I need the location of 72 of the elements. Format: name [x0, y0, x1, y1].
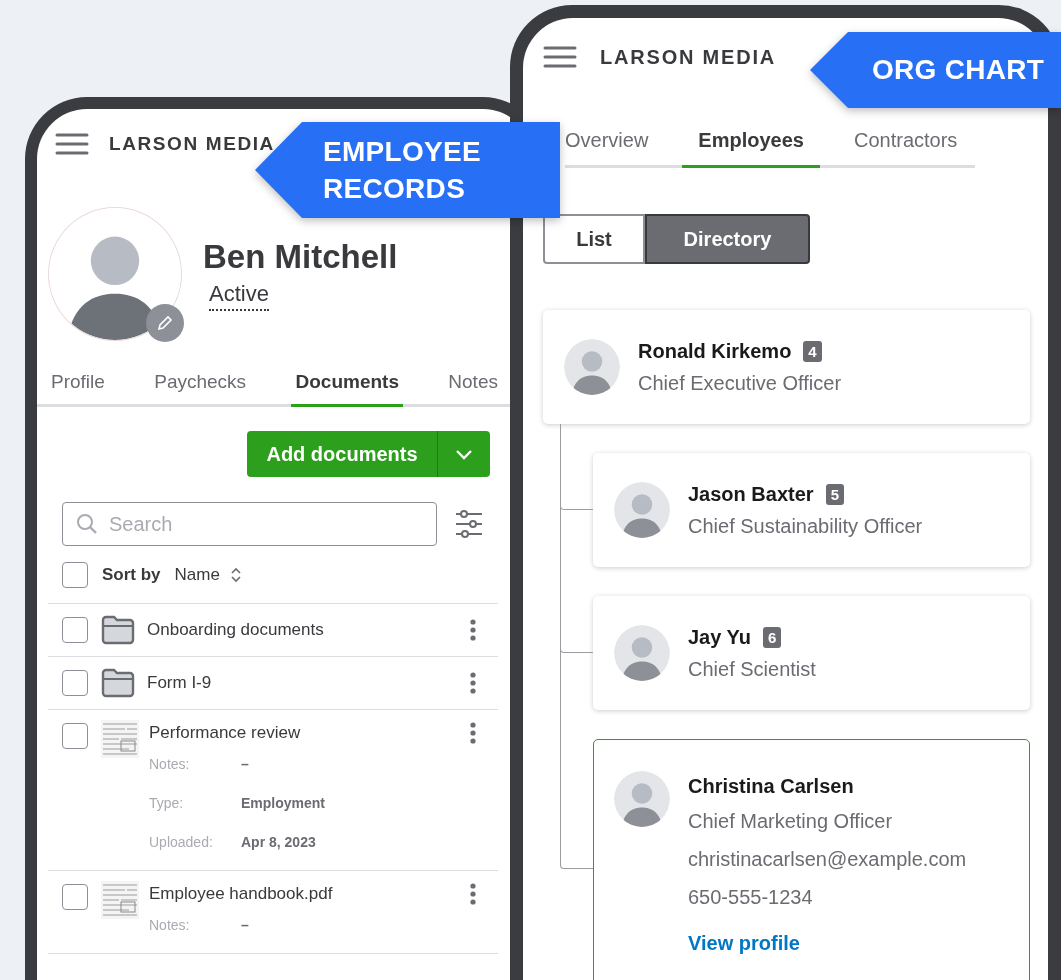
report-count: 6 — [763, 626, 782, 648]
chevron-down-icon — [455, 448, 473, 460]
avatar-icon — [614, 771, 670, 827]
tab[interactable]: Overview — [565, 128, 665, 168]
employee-name: Jason Baxter — [688, 482, 814, 507]
detail-label: Notes: — [149, 916, 191, 935]
document-name[interactable]: Form I-9 — [147, 671, 470, 695]
view-profile-link[interactable]: View profile — [688, 928, 800, 958]
more-icon[interactable] — [470, 722, 476, 744]
detail-label: Type: — [149, 794, 185, 813]
status-dropdown[interactable]: Active — [209, 281, 269, 311]
detail-value: Apr 8, 2023 — [241, 833, 316, 852]
checkbox[interactable] — [62, 884, 88, 910]
sort-field-button[interactable]: Name — [174, 565, 242, 585]
report-count: 4 — [803, 340, 822, 362]
avatar-icon — [614, 482, 670, 538]
report-count: 5 — [825, 483, 844, 505]
view-toggle-button[interactable]: List — [543, 214, 645, 264]
more-icon[interactable] — [470, 672, 476, 694]
job-title: Chief Sustainability Officer — [688, 514, 923, 539]
avatar-icon — [564, 339, 620, 395]
document-thumbnail-icon — [101, 720, 139, 758]
sort-icon — [229, 566, 242, 584]
email-text: christinacarlsen@example.com — [688, 847, 967, 872]
tab[interactable]: Notes — [444, 370, 502, 407]
sort-label: Sort by — [102, 565, 161, 585]
view-toggle-button[interactable]: Directory — [645, 214, 810, 264]
more-icon[interactable] — [470, 619, 476, 641]
menu-icon[interactable] — [55, 133, 89, 155]
tab[interactable]: Employees — [682, 128, 820, 168]
detail-label: Uploaded: — [149, 833, 214, 852]
detail-value: – — [241, 916, 249, 935]
employee-card[interactable]: Christina Carlsen Chief Marketing Officer christinacarlsen@example.com 650-555-1234 View profile — [593, 739, 1030, 980]
search-field[interactable]: Search — [62, 502, 437, 546]
detail-value: Employment — [241, 794, 325, 813]
document-name[interactable]: Onboarding documents — [147, 618, 470, 642]
document-name[interactable]: Employee handbook.pdf — [149, 882, 470, 906]
menu-icon[interactable] — [543, 46, 577, 68]
employee-card[interactable]: Jay Yu 6 Chief Scientist — [593, 596, 1030, 710]
brand-name: LARSON MEDIA — [109, 133, 275, 155]
checkbox[interactable] — [62, 562, 88, 588]
folder-icon — [101, 615, 135, 645]
brand-name: LARSON MEDIA — [600, 45, 777, 69]
phone-text: 650-555-1234 — [688, 885, 814, 910]
employee-card[interactable]: Ronald Kirkemo 4 Chief Executive Officer — [543, 310, 1030, 424]
employee-name: Ben Mitchell — [203, 237, 398, 277]
tab[interactable]: Contractors — [837, 128, 974, 168]
pencil-icon — [156, 314, 174, 332]
job-title: Chief Scientist — [688, 657, 816, 682]
edit-photo-button[interactable] — [146, 304, 184, 342]
employee-name: Jay Yu — [688, 625, 752, 650]
document-name[interactable]: Performance review — [149, 721, 470, 745]
avatar-icon — [614, 625, 670, 681]
employee-name: Ronald Kirkemo — [638, 339, 792, 364]
checkbox[interactable] — [62, 723, 88, 749]
folder-icon — [101, 668, 135, 698]
employee-card[interactable]: Jason Baxter 5 Chief Sustainability Officer — [593, 453, 1030, 567]
checkbox[interactable] — [62, 670, 88, 696]
callout-banner: ORG CHART — [810, 32, 1061, 108]
tab[interactable]: Documents — [291, 370, 403, 407]
detail-value: – — [241, 755, 249, 774]
more-icon[interactable] — [470, 883, 476, 905]
job-title: Chief Executive Officer — [638, 371, 842, 396]
document-thumbnail-icon — [101, 881, 139, 919]
detail-label: Notes: — [149, 755, 191, 774]
job-title: Chief Marketing Officer — [688, 809, 894, 834]
employee-name: Christina Carlsen — [688, 774, 854, 799]
search-icon — [76, 513, 98, 535]
tab[interactable]: Profile — [47, 370, 109, 407]
filter-icon[interactable] — [455, 509, 483, 539]
checkbox[interactable] — [62, 617, 88, 643]
tab[interactable]: Paychecks — [150, 370, 251, 407]
